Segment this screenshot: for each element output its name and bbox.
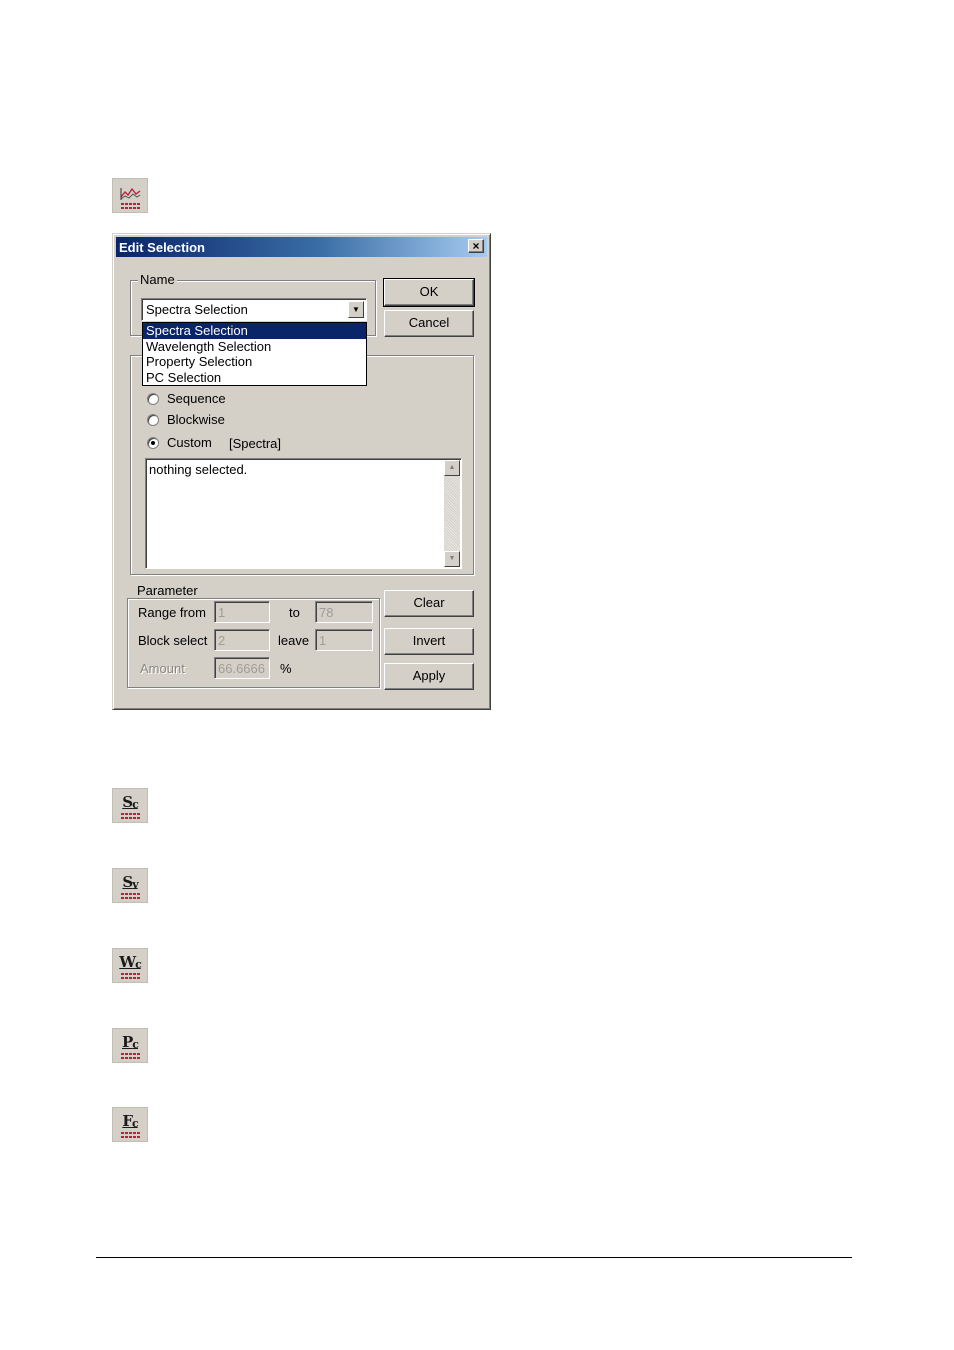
sv-icon[interactable]: Sv <box>112 868 148 903</box>
leave-label: leave <box>278 633 310 648</box>
scroll-down-icon[interactable]: ▼ <box>444 551 460 567</box>
leave-input[interactable]: 1 <box>315 629 373 651</box>
ok-button[interactable]: OK <box>383 278 475 307</box>
wc-glyph: W <box>119 953 136 971</box>
name-dropdown-list: Spectra Selection Wavelength Selection P… <box>142 322 367 386</box>
close-button[interactable]: × <box>468 239 484 253</box>
fc-sub: c <box>131 1117 139 1130</box>
pc-sub: c <box>132 1038 139 1051</box>
percent-label: % <box>280 661 292 676</box>
sv-glyph: S <box>122 873 133 891</box>
edit-selection-dialog: Edit Selection × Name Spectra Selection … <box>112 233 491 710</box>
radio-circle <box>147 392 159 405</box>
radio-circle <box>147 413 159 426</box>
sv-sub: v <box>132 878 138 891</box>
radio-blockwise-label: Blockwise <box>167 412 225 427</box>
dropdown-option[interactable]: Spectra Selection <box>143 323 366 339</box>
to-label: to <box>289 605 300 620</box>
sc-sub: c <box>132 798 139 811</box>
parameter-group-label: Parameter <box>135 583 200 598</box>
custom-type-label: [Spectra] <box>229 436 282 451</box>
combo-value: Spectra Selection <box>146 302 248 317</box>
selection-textarea[interactable]: nothing selected. ▲ ▼ <box>145 458 462 569</box>
radio-circle-checked <box>147 436 159 449</box>
fc-glyph: F <box>122 1112 133 1130</box>
scroll-up-icon[interactable]: ▲ <box>444 460 460 476</box>
fc-icon[interactable]: Fc <box>112 1107 148 1142</box>
pc-glyph: P <box>122 1033 133 1051</box>
apply-button[interactable]: Apply <box>384 663 474 690</box>
range-to-input[interactable]: 78 <box>315 601 373 623</box>
name-group-label: Name <box>138 272 177 287</box>
cancel-button[interactable]: Cancel <box>384 310 474 337</box>
radio-sequence[interactable]: Sequence <box>147 391 226 406</box>
clear-button[interactable]: Clear <box>384 590 474 617</box>
dropdown-option[interactable]: PC Selection <box>143 370 366 386</box>
invert-button[interactable]: Invert <box>384 628 474 655</box>
title-bar[interactable]: Edit Selection × <box>116 237 487 257</box>
pc-icon[interactable]: Pc <box>112 1028 148 1063</box>
name-combobox[interactable]: Spectra Selection ▼ <box>141 298 367 321</box>
dropdown-option[interactable]: Wavelength Selection <box>143 339 366 355</box>
sc-glyph: S <box>122 793 133 811</box>
range-from-label: Range from <box>138 605 206 620</box>
radio-custom[interactable]: Custom <box>147 435 212 450</box>
wc-sub: c <box>135 958 142 971</box>
amount-label: Amount <box>140 661 185 676</box>
radio-sequence-label: Sequence <box>167 391 226 406</box>
amount-input[interactable]: 66.6666 <box>214 657 270 679</box>
range-from-input[interactable]: 1 <box>214 601 270 623</box>
textarea-content: nothing selected. <box>149 462 248 477</box>
edit-selection-icon[interactable] <box>112 178 148 213</box>
radio-blockwise[interactable]: Blockwise <box>147 412 225 427</box>
block-select-input[interactable]: 2 <box>214 629 270 651</box>
wc-icon[interactable]: Wc <box>112 948 148 983</box>
vertical-scrollbar[interactable]: ▲ ▼ <box>444 460 460 567</box>
chevron-down-icon[interactable]: ▼ <box>348 301 364 318</box>
radio-custom-label: Custom <box>167 435 212 450</box>
sc-icon[interactable]: Sc <box>112 788 148 823</box>
dialog-title: Edit Selection <box>119 240 205 255</box>
footer-rule <box>96 1257 852 1258</box>
block-select-label: Block select <box>138 633 208 648</box>
dropdown-option[interactable]: Property Selection <box>143 354 366 370</box>
